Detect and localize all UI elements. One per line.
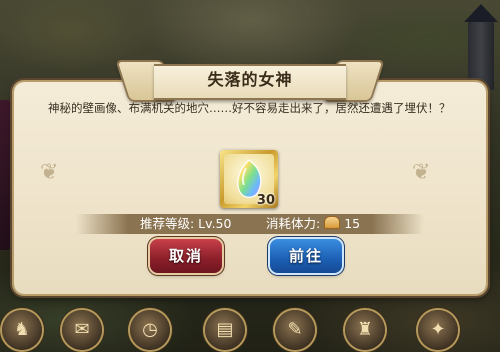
mail-icon[interactable]: ✎ (275, 310, 315, 350)
quest-description: 神秘的壁画像、布满机关的地穴……好不容易走出来了，居然还遭遇了埋伏！？ (48, 101, 451, 115)
pocket-watch-icon[interactable]: ◷ (130, 310, 170, 350)
stamina-label: 消耗体力: (266, 216, 321, 231)
title-scroll-banner: 失落的女神 (115, 60, 385, 102)
bag-icon[interactable]: ♜ (345, 310, 385, 350)
stamina-value: 15 (344, 216, 361, 231)
character-portrait-icon[interactable]: ♞ (2, 310, 42, 350)
quest-info-bar: 推荐等级: Lv.50 消耗体力: 15 (76, 214, 424, 234)
right-flourish-ornament: ❦ (412, 160, 431, 185)
dialog-title: 失落的女神 (207, 70, 293, 89)
reward-item-slot[interactable]: 30 (220, 150, 278, 208)
stamina-cost: 消耗体力: 15 (266, 214, 360, 234)
scroll-icon[interactable]: ✉ (62, 310, 102, 350)
book-icon[interactable]: ▤ (205, 310, 245, 350)
cancel-button[interactable]: 取消 (150, 239, 222, 273)
bottom-menu-bar: ♞ ✉ ◷ ▤ ✎ ♜ ✦ (0, 310, 500, 352)
left-flourish-ornament: ❦ (40, 160, 59, 185)
gear-icon[interactable]: ✦ (418, 310, 458, 350)
recommended-level: 推荐等级: Lv.50 (140, 216, 232, 231)
bread-icon (324, 216, 341, 229)
go-button[interactable]: 前往 (270, 239, 342, 273)
item-count: 30 (256, 193, 275, 208)
